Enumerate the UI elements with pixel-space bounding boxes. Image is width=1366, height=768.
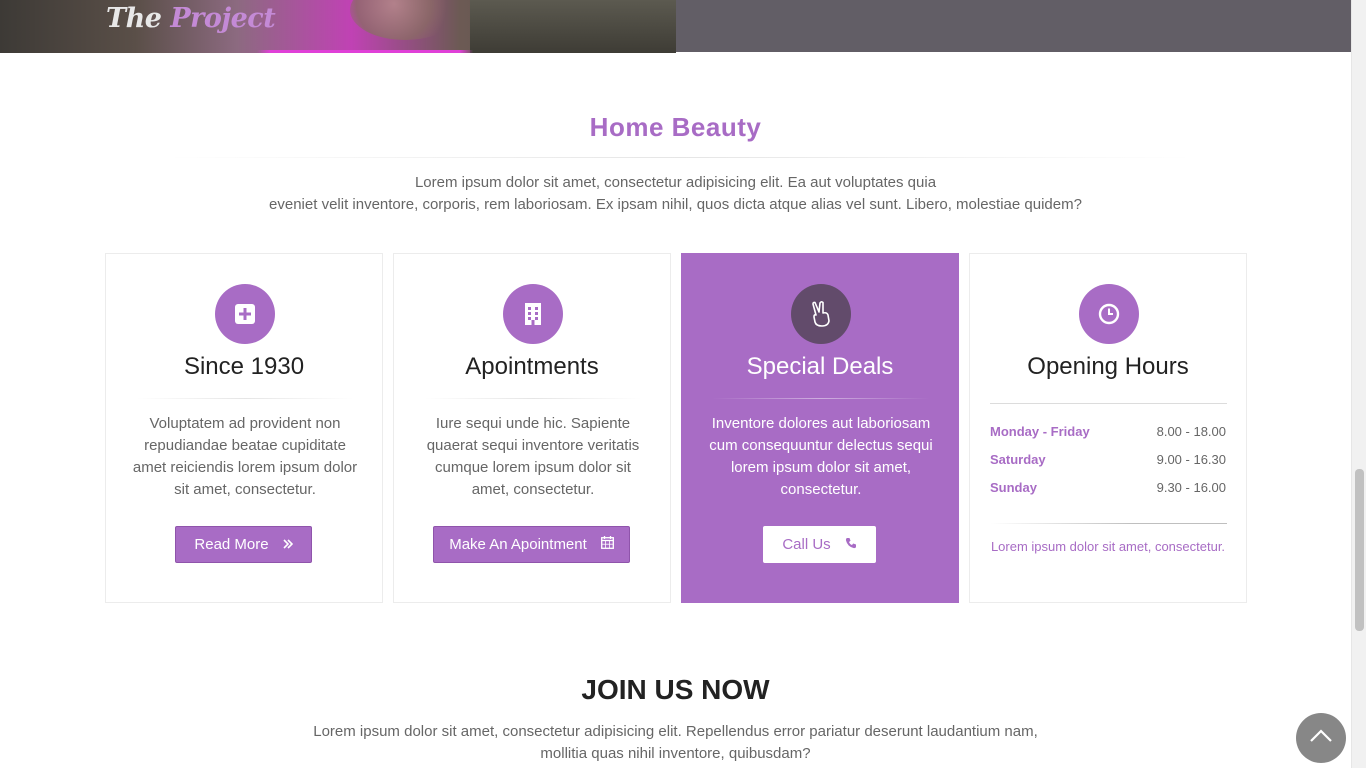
hours-day: Saturday [990,452,1046,467]
feature-box-appointments: Apointments Iure sequi unde hic. Sapient… [393,253,671,603]
read-more-button[interactable]: Read More [175,526,312,563]
hours-time: 8.00 - 18.00 [1156,424,1226,439]
page-scrollbar[interactable] [1351,0,1366,768]
hours-day: Monday - Friday [990,424,1090,439]
top-banner: The Project [0,0,1351,53]
box-separator [136,398,354,399]
hours-row: Sunday 9.30 - 16.00 [990,480,1226,496]
hand-peace-icon [791,284,851,344]
button-label: Make An Apointment [449,536,587,553]
title-separator [165,157,1195,158]
plus-square-icon [215,284,275,344]
banner-overlay [676,0,1351,52]
hours-row: Saturday 9.00 - 16.30 [990,452,1226,468]
feature-box-since: Since 1930 Voluptatem ad provident non r… [105,253,383,603]
section-intro: Lorem ipsum dolor sit amet, consectetur … [269,174,1082,213]
feature-box-special-deals: Special Deals Inventore dolores aut labo… [681,253,959,603]
box-text: Voluptatem ad provident non repudiandae … [132,415,358,498]
hours-time: 9.30 - 16.00 [1156,480,1226,495]
hours-row: Monday - Friday 8.00 - 18.00 [990,424,1226,440]
chevron-up-icon [1309,728,1333,748]
join-text: Lorem ipsum dolor sit amet, consectetur … [313,723,1038,762]
scrollbar-thumb[interactable] [1355,469,1364,631]
phone-icon [845,536,857,553]
double-chevron-right-icon [283,536,293,553]
calendar-icon [600,536,614,553]
call-us-button[interactable]: Call Us [763,526,876,563]
button-label: Read More [194,536,269,553]
building-icon [503,284,563,344]
clock-icon [1079,284,1139,344]
join-title: JOIN US NOW [581,674,770,705]
box-text: Iure sequi unde hic. Sapiente quaerat se… [426,415,640,498]
site-logo[interactable]: The Project [106,3,276,34]
box-title: Special Deals [746,353,894,380]
hours-separator [990,403,1227,404]
box-title: Since 1930 [183,353,305,380]
hours-note: Lorem ipsum dolor sit amet, consectetur. [990,539,1226,554]
box-title: Apointments [465,353,599,380]
section-title: Home Beauty [589,112,762,142]
button-label: Call Us [782,536,831,553]
back-to-top-button[interactable] [1296,713,1346,763]
hours-day: Sunday [990,480,1037,495]
feature-box-opening-hours: Opening Hours Monday - Friday 8.00 - 18.… [969,253,1247,603]
box-title: Opening Hours [1027,353,1189,380]
box-separator [712,398,930,399]
hours-time: 9.00 - 16.30 [1156,452,1226,467]
box-text: Inventore dolores aut laboriosam cum con… [709,415,933,498]
banner-image [0,0,676,53]
hours-separator [990,523,1227,524]
make-appointment-button[interactable]: Make An Apointment [433,526,630,563]
box-separator [424,398,642,399]
